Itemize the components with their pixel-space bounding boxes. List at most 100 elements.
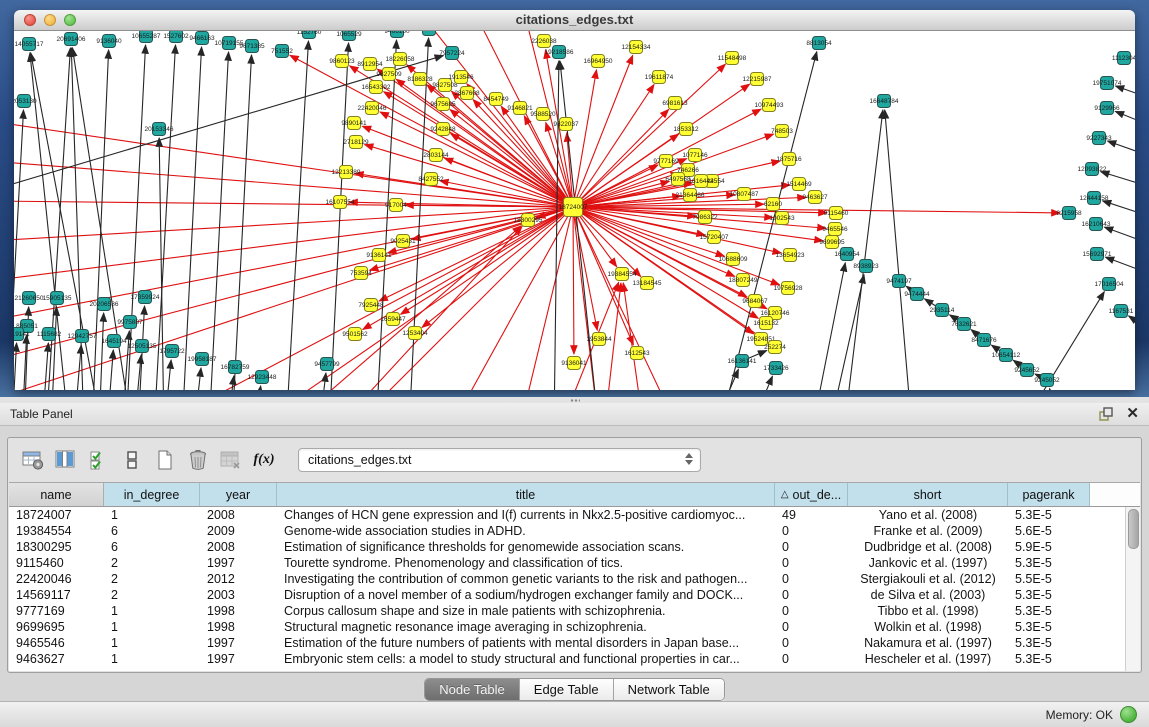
network-edge[interactable] <box>1104 227 1135 249</box>
table-row[interactable]: 969969511998Structural magnetic resonanc… <box>9 619 1126 635</box>
function-builder-button[interactable]: f(x) <box>251 447 277 473</box>
network-edge[interactable] <box>286 41 308 390</box>
tab-node-table[interactable]: Node Table <box>425 679 520 700</box>
minimize-window-button[interactable] <box>44 14 56 26</box>
network-edge[interactable] <box>573 207 574 354</box>
network-edge[interactable] <box>1115 111 1135 131</box>
close-panel-button[interactable]: ✕ <box>1126 407 1139 421</box>
network-edge[interactable] <box>1101 172 1135 191</box>
network-edge[interactable] <box>885 110 912 390</box>
network-edge[interactable] <box>1103 201 1135 221</box>
table-row[interactable]: 1830029562008Estimation of significance … <box>9 539 1126 555</box>
network-node-label: 18724007 <box>559 204 588 211</box>
network-edge[interactable] <box>1105 257 1135 279</box>
network-node-label: 9025431 <box>390 238 416 245</box>
column-header-year[interactable]: year <box>200 483 277 506</box>
table-row[interactable]: 911546021997Tourette syndrome. Phenomeno… <box>9 555 1126 571</box>
float-panel-button[interactable] <box>1098 406 1114 422</box>
table-row[interactable]: 977716911998Corpus callosum shape and si… <box>9 603 1126 619</box>
network-node-label: 1659447 <box>380 316 406 323</box>
memory-status-indicator[interactable] <box>1120 706 1137 723</box>
table-mode-button[interactable] <box>20 447 46 473</box>
network-edge[interactable] <box>14 162 573 207</box>
network-edge[interactable] <box>99 313 104 390</box>
network-canvas[interactable]: 1872400798601238912954182260589827509165… <box>14 31 1135 390</box>
network-edge[interactable] <box>363 207 573 329</box>
network-node-label: 252274 <box>764 344 786 351</box>
delete-table-button[interactable] <box>218 447 244 473</box>
panel-resize-handle[interactable] <box>570 399 580 402</box>
column-visibility-button[interactable] <box>53 447 79 473</box>
table-row[interactable]: 2242004622012Investigating the contribut… <box>9 571 1126 587</box>
table-selector-dropdown[interactable]: citations_edges.txt <box>298 448 701 472</box>
network-edge[interactable] <box>14 110 24 390</box>
network-edge[interactable] <box>194 368 201 390</box>
column-header-out_de[interactable]: △out_de... <box>775 483 848 506</box>
table-scrollbar[interactable] <box>1125 507 1140 671</box>
network-edge[interactable] <box>1050 389 1062 390</box>
table-cell: Hescheler et al. (1997) <box>848 651 1008 667</box>
column-header-pagerank[interactable]: pagerank <box>1008 483 1090 506</box>
network-node-label: 9227343 <box>1086 135 1112 142</box>
network-edge[interactable] <box>1129 316 1135 339</box>
network-edge[interactable] <box>812 263 845 390</box>
network-edge[interactable] <box>74 345 81 390</box>
network-edge[interactable] <box>209 52 229 390</box>
network-node-label: 9777169 <box>653 158 679 165</box>
table-cell: Dudbridge et al. (2008) <box>848 539 1008 555</box>
network-edge[interactable] <box>51 307 57 390</box>
tab-edge-table[interactable]: Edge Table <box>520 679 614 700</box>
column-header-short[interactable]: short <box>848 483 1008 506</box>
network-edge[interactable] <box>164 360 171 390</box>
network-node-label: 9822037 <box>553 121 579 128</box>
table-cell: Genome-wide association studies in ADHD. <box>277 523 775 539</box>
row-layout-button[interactable] <box>119 447 145 473</box>
panel-splitter[interactable] <box>0 397 1149 403</box>
column-header-title[interactable]: title <box>277 483 775 506</box>
network-edge[interactable] <box>154 45 175 390</box>
network-edge[interactable] <box>14 201 573 207</box>
new-column-button[interactable] <box>152 447 178 473</box>
table-tabbar: Node Table Edge Table Network Table <box>0 678 1149 701</box>
table-row[interactable]: 946554611997Estimation of the future num… <box>9 635 1126 651</box>
network-edge[interactable] <box>14 343 17 390</box>
table-cell: Stergiakouli et al. (2012) <box>848 571 1008 587</box>
network-edge[interactable] <box>623 283 644 390</box>
network-edge[interactable] <box>182 47 202 390</box>
table-cell: 1 <box>104 603 200 619</box>
network-edge[interactable] <box>573 207 675 390</box>
network-edge[interactable] <box>107 350 113 390</box>
maximize-window-button[interactable] <box>64 14 76 26</box>
table-cell: 49 <box>775 507 848 523</box>
network-node-label: 16648784 <box>870 98 899 105</box>
network-node-label: 13654923 <box>776 252 805 259</box>
table-scrollbar-thumb[interactable] <box>1128 509 1139 549</box>
network-edge[interactable] <box>749 376 772 390</box>
network-node-label: 1167531 <box>1109 308 1134 315</box>
network-edge[interactable] <box>14 207 573 280</box>
network-window-titlebar[interactable]: citations_edges.txt <box>14 10 1135 31</box>
network-node-label: 16120746 <box>761 310 790 317</box>
delete-column-button[interactable] <box>185 447 211 473</box>
column-header-name[interactable]: name <box>9 483 104 506</box>
network-node-label: 9115460 <box>824 210 849 217</box>
close-window-button[interactable] <box>24 14 36 26</box>
network-edge[interactable] <box>232 55 252 390</box>
table-row[interactable]: 1456911722003Disruption of a novel membe… <box>9 587 1126 603</box>
network-node-label: 9457799 <box>314 361 340 368</box>
network-edge[interactable] <box>254 386 261 390</box>
network-edge[interactable] <box>379 207 573 301</box>
tab-network-table[interactable]: Network Table <box>614 679 724 700</box>
table-row[interactable]: 1872400712008Changes of HCN gene express… <box>9 507 1126 523</box>
network-edge[interactable] <box>365 145 573 207</box>
network-edge[interactable] <box>14 207 573 359</box>
network-edge[interactable] <box>829 275 864 390</box>
column-select-button[interactable] <box>86 447 112 473</box>
column-header-in_degree[interactable]: in_degree <box>104 483 200 506</box>
network-edge[interactable] <box>401 207 573 314</box>
network-edge[interactable] <box>1107 141 1135 161</box>
table-row[interactable]: 946362711997Embryonic stem cells: a mode… <box>9 651 1126 667</box>
network-edge[interactable] <box>422 207 573 327</box>
network-edge[interactable] <box>1115 86 1135 103</box>
table-row[interactable]: 1938455462009Genome-wide association stu… <box>9 523 1126 539</box>
